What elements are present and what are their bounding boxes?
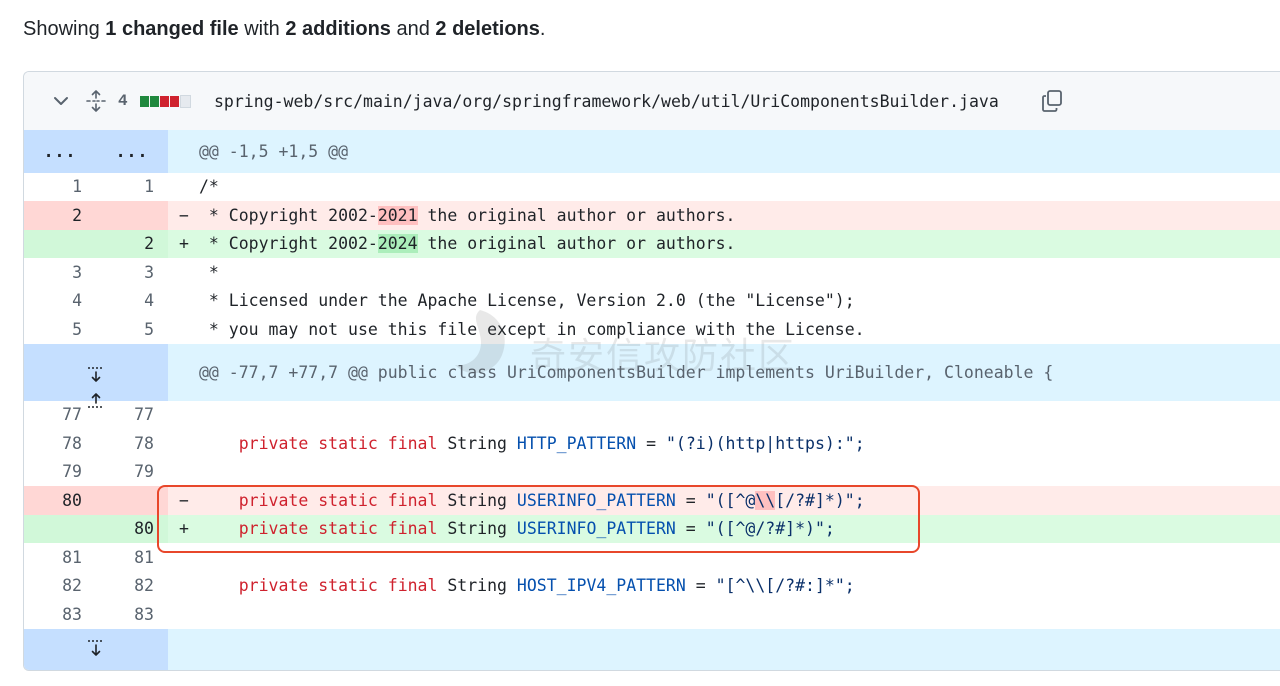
hunk-text: @@ -1,5 +1,5 @@ xyxy=(199,142,349,161)
expand-all-icon[interactable] xyxy=(86,72,106,130)
deletions-count: 2 deletions xyxy=(435,18,540,40)
code-line: 5 5 * you may not use this file except i… xyxy=(24,315,1280,344)
diffstat-add-square xyxy=(150,95,159,107)
code-line: 1 1 /* xyxy=(24,173,1280,201)
new-line-number[interactable]: 79 xyxy=(96,458,168,486)
code-line: 4 4 * Licensed under the Apache License,… xyxy=(24,287,1280,315)
old-line-number[interactable]: 2 xyxy=(24,201,96,230)
expand-dots-right[interactable]: ... xyxy=(96,130,168,173)
diffstat-add-square xyxy=(140,95,149,107)
changed-word: 2021 xyxy=(377,206,418,225)
deletion-marker: − xyxy=(179,491,189,510)
old-line-number[interactable]: 5 xyxy=(24,315,96,344)
hunk-header: ... ... @@ -1,5 +1,5 @@ xyxy=(24,130,1280,173)
expand-down-icon[interactable] xyxy=(84,639,108,663)
line-text: private static final String HTTP_PATTERN… xyxy=(238,434,865,453)
line-text: private static final String HOST_IPV4_PA… xyxy=(238,576,855,595)
file-diff: 4 spring-web/src/main/java/org/springfra… xyxy=(23,71,1280,671)
diffstat-neutral-square xyxy=(180,94,191,108)
old-line-number[interactable]: 4 xyxy=(24,287,96,315)
new-line-number[interactable]: 80 xyxy=(96,515,168,543)
file-header: 4 spring-web/src/main/java/org/springfra… xyxy=(24,72,1280,131)
line-text: * Copyright 2002-2024 the original autho… xyxy=(199,234,736,253)
code-line: 83 83 xyxy=(24,600,1280,629)
code-line: 3 3 * xyxy=(24,258,1280,287)
old-line-number[interactable]: 79 xyxy=(24,458,96,486)
deletion-marker: − xyxy=(179,206,189,225)
line-text: private static final String USERINFO_PAT… xyxy=(238,519,835,538)
code-line: 77 77 xyxy=(24,401,1280,429)
new-line-number[interactable]: 4 xyxy=(96,287,168,315)
expand-bottom-row xyxy=(24,629,1280,670)
new-line-number[interactable]: 83 xyxy=(96,600,168,629)
new-line-number[interactable]: 78 xyxy=(96,429,168,458)
line-text: * xyxy=(199,263,219,282)
old-line-number[interactable]: 80 xyxy=(24,486,96,515)
code-line: 81 81 xyxy=(24,543,1280,572)
new-line-number[interactable]: 82 xyxy=(96,572,168,600)
old-line-number[interactable]: 1 xyxy=(24,173,96,201)
old-line-number[interactable]: 82 xyxy=(24,572,96,600)
new-line-number[interactable]: 2 xyxy=(96,230,168,258)
old-line-number[interactable]: 78 xyxy=(24,429,96,458)
deleted-line: 80 − private static final String USERINF… xyxy=(24,486,1280,515)
line-text: * Copyright 2002-2021 the original autho… xyxy=(199,206,736,225)
copy-icon[interactable] xyxy=(1040,72,1064,130)
file-path[interactable]: spring-web/src/main/java/org/springframe… xyxy=(214,72,999,130)
line-text: /* xyxy=(199,177,219,196)
new-line-number[interactable]: 77 xyxy=(96,401,168,429)
diff-summary: Showing 1 changed file with 2 additions … xyxy=(23,18,546,40)
new-line-number[interactable]: 3 xyxy=(96,258,168,287)
change-count: 4 xyxy=(118,92,128,110)
addition-marker: + xyxy=(179,519,189,538)
code-line: 79 79 xyxy=(24,458,1280,486)
line-text: private static final String USERINFO_PAT… xyxy=(238,491,865,510)
old-line-number[interactable]: 83 xyxy=(24,600,96,629)
diffstat-del-square xyxy=(160,95,169,107)
additions-count: 2 additions xyxy=(285,18,391,40)
diffstat-bar xyxy=(140,72,191,130)
old-line-number[interactable]: 77 xyxy=(24,401,96,429)
line-text: * you may not use this file except in co… xyxy=(199,320,865,339)
new-line-number[interactable]: 5 xyxy=(96,315,168,344)
old-line-number[interactable]: 81 xyxy=(24,543,96,572)
expand-dots-left[interactable]: ... xyxy=(24,130,96,173)
changed-word: 2024 xyxy=(377,234,418,253)
changed-chars: \\ xyxy=(755,491,776,510)
diffstat-del-square xyxy=(170,95,179,107)
new-line-number[interactable]: 81 xyxy=(96,543,168,572)
added-line: 2 + * Copyright 2002-2024 the original a… xyxy=(24,230,1280,258)
line-text: * Licensed under the Apache License, Ver… xyxy=(199,291,855,310)
old-line-number[interactable]: 3 xyxy=(24,258,96,287)
code-line: 78 78 private static final String HTTP_P… xyxy=(24,429,1280,458)
hunk-header: @@ -77,7 +77,7 @@ public class UriCompon… xyxy=(24,344,1280,408)
changed-files-count: 1 changed file xyxy=(105,18,239,40)
new-line-number[interactable]: 1 xyxy=(96,173,168,201)
added-line: 80 + private static final String USERINF… xyxy=(24,515,1280,543)
deleted-line: 2 − * Copyright 2002-2021 the original a… xyxy=(24,201,1280,230)
collapse-chevron-icon[interactable] xyxy=(52,72,70,130)
addition-marker: + xyxy=(179,234,189,253)
code-line: 82 82 private static final String HOST_I… xyxy=(24,572,1280,600)
hunk-text: @@ -77,7 +77,7 @@ public class UriCompon… xyxy=(199,363,1054,382)
